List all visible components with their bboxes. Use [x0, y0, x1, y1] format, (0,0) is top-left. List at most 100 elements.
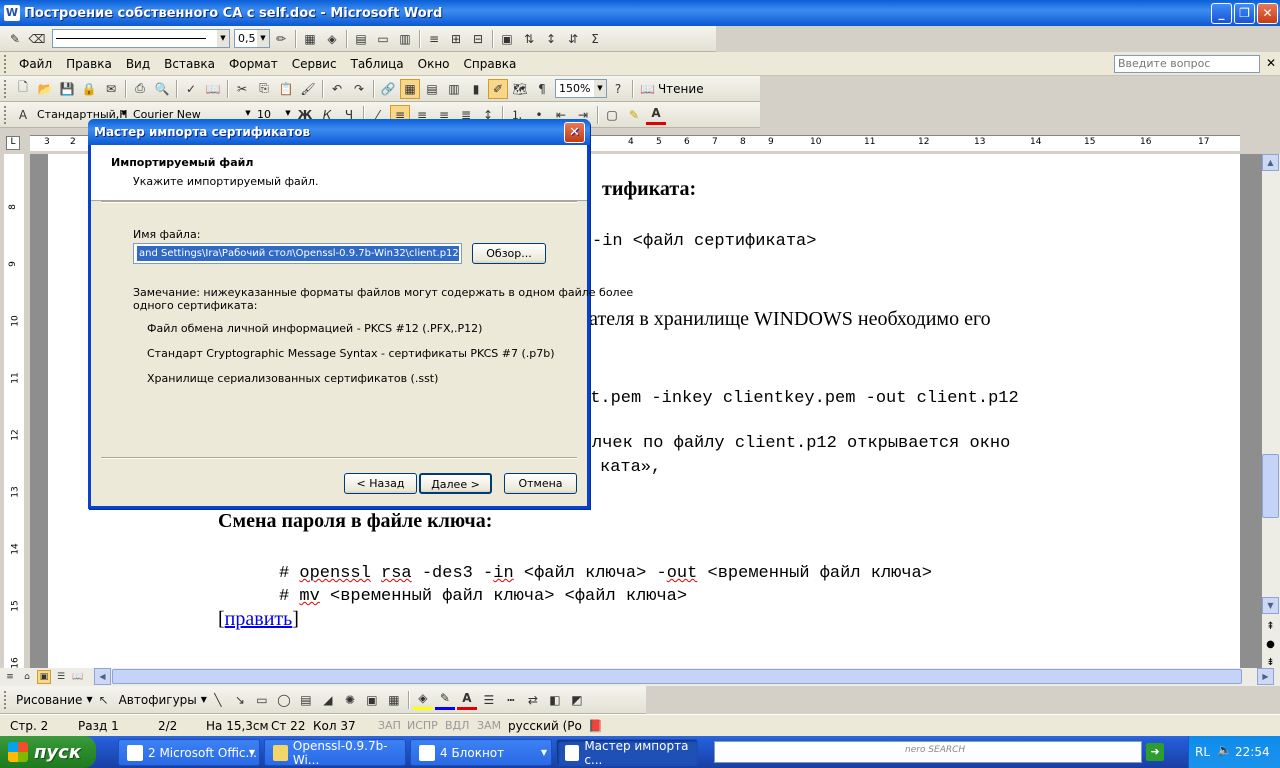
border-color-icon[interactable]: ✏: [271, 29, 291, 49]
styles-pane-icon[interactable]: A: [13, 105, 33, 125]
spelling-icon[interactable]: ✓: [181, 79, 201, 99]
tab-stop-icon[interactable]: L: [6, 136, 20, 150]
task-notepad[interactable]: 4 Блокнот ▼: [410, 739, 552, 766]
cut-icon[interactable]: ✂: [232, 79, 252, 99]
open-icon[interactable]: 📂: [35, 79, 55, 99]
highlight-icon[interactable]: ✎: [624, 105, 644, 125]
word-app-icon[interactable]: W: [4, 5, 20, 21]
sort-desc-icon[interactable]: ⇵: [563, 29, 583, 49]
line-weight-select[interactable]: 0,5 ▼: [234, 29, 270, 48]
copy-icon[interactable]: ⎘: [254, 79, 274, 99]
redo-icon[interactable]: ↷: [349, 79, 369, 99]
status-ext[interactable]: ВДЛ: [445, 719, 469, 732]
print-icon[interactable]: ⎙: [130, 79, 150, 99]
autoshapes-menu[interactable]: Автофигуры: [115, 693, 201, 707]
textbox-icon[interactable]: ▤: [296, 690, 316, 710]
doc-map-icon[interactable]: 🗺: [510, 79, 530, 99]
tables-borders-icon[interactable]: ▦: [400, 78, 420, 99]
select-arrow-icon[interactable]: ↖: [94, 690, 114, 710]
borders-icon[interactable]: ▦: [300, 29, 320, 49]
rectangle-icon[interactable]: ▭: [252, 690, 272, 710]
menu-edit[interactable]: Правка: [59, 57, 119, 71]
insert-excel-icon[interactable]: ▥: [444, 79, 464, 99]
draw-menu[interactable]: Рисование: [12, 693, 86, 707]
scroll-down-icon[interactable]: ▼: [1262, 597, 1279, 614]
align-icon[interactable]: ≡: [424, 29, 444, 49]
prev-page-icon[interactable]: ⇞: [1262, 621, 1279, 632]
dash-style-icon[interactable]: ┅: [501, 690, 521, 710]
menu-tools[interactable]: Сервис: [285, 57, 344, 71]
sort-asc-icon[interactable]: ↕: [541, 29, 561, 49]
close-button[interactable]: ✕: [1257, 3, 1278, 24]
outside-border-icon[interactable]: ▢: [602, 105, 622, 125]
spelling-status-icon[interactable]: 📕: [588, 719, 603, 733]
close-doc-icon[interactable]: ✕: [1266, 56, 1276, 70]
paste-icon[interactable]: 📋: [276, 79, 296, 99]
task-openssl-folder[interactable]: Openssl-0.9.7b-Wi...: [264, 739, 406, 767]
next-page-icon[interactable]: ⇟: [1262, 657, 1279, 668]
distribute-rows-icon[interactable]: ⊞: [446, 29, 466, 49]
permission-icon[interactable]: 🔒: [79, 79, 99, 99]
back-button[interactable]: < Назад: [344, 473, 417, 494]
insert-table-icon2[interactable]: ▤: [422, 79, 442, 99]
dialog-close-button[interactable]: ✕: [564, 122, 585, 143]
reading-view-icon[interactable]: 📖: [71, 670, 85, 684]
cancel-button[interactable]: Отмена: [504, 473, 577, 494]
nero-go-icon[interactable]: ➜: [1146, 743, 1164, 761]
shadow-icon[interactable]: ◧: [545, 690, 565, 710]
task-cert-wizard[interactable]: Мастер импорта с...: [556, 739, 698, 767]
scroll-thumb[interactable]: [1262, 454, 1279, 518]
status-rec[interactable]: ЗАП: [378, 719, 401, 732]
browse-object-icon[interactable]: ●: [1262, 639, 1279, 650]
research-icon[interactable]: 📖: [203, 79, 223, 99]
zoom-select[interactable]: 150% ▼: [555, 79, 607, 98]
scroll-left-icon[interactable]: ◀: [94, 668, 111, 685]
merge-cells-icon[interactable]: ▭: [373, 29, 393, 49]
menu-format[interactable]: Формат: [222, 57, 285, 71]
eraser-icon[interactable]: ⌫: [27, 29, 47, 49]
fill-color-icon2[interactable]: ◈: [412, 690, 433, 710]
3d-icon[interactable]: ◩: [567, 690, 587, 710]
email-icon[interactable]: ✉: [101, 79, 121, 99]
help-icon[interactable]: ?: [608, 79, 628, 99]
minimize-button[interactable]: _: [1211, 3, 1232, 24]
text-direction-icon[interactable]: ⇅: [519, 29, 539, 49]
lang-indicator[interactable]: RL: [1195, 745, 1210, 759]
save-icon[interactable]: 💾: [57, 79, 77, 99]
font-color-icon2[interactable]: A: [456, 690, 477, 710]
menu-view[interactable]: Вид: [119, 57, 157, 71]
autoformat-icon[interactable]: ▣: [497, 29, 517, 49]
web-view-icon[interactable]: ⌂: [20, 670, 34, 684]
arrow-icon[interactable]: ↘: [230, 690, 250, 710]
restore-button[interactable]: ❐: [1234, 3, 1255, 24]
diagram-icon[interactable]: ✺: [340, 690, 360, 710]
outline-view-icon[interactable]: ☰: [54, 670, 68, 684]
arrow-style-icon[interactable]: ⇄: [523, 690, 543, 710]
autosum-icon[interactable]: Σ: [585, 29, 605, 49]
window-titlebar[interactable]: W Построение собственного CA с self.doc …: [0, 0, 1280, 26]
menu-insert[interactable]: Вставка: [157, 57, 222, 71]
edit-link[interactable]: править: [225, 608, 293, 630]
hscroll-thumb[interactable]: [112, 669, 1242, 684]
new-doc-icon[interactable]: 🗋: [13, 79, 33, 99]
drawing-icon[interactable]: ✐: [488, 78, 508, 99]
scroll-up-icon[interactable]: ▲: [1262, 154, 1279, 171]
show-hide-icon[interactable]: ¶: [532, 79, 552, 99]
insert-table-icon[interactable]: ▤: [351, 29, 371, 49]
distribute-cols-icon[interactable]: ⊟: [468, 29, 488, 49]
scroll-right-icon[interactable]: ▶: [1257, 668, 1274, 685]
status-trk[interactable]: ИСПР: [407, 719, 438, 732]
clipart-icon[interactable]: ▣: [362, 690, 382, 710]
vertical-scrollbar[interactable]: ▲ ▼ ⇞ ● ⇟: [1262, 154, 1280, 668]
menu-file[interactable]: Файл: [12, 57, 59, 71]
menu-help[interactable]: Справка: [457, 57, 524, 71]
next-button[interactable]: Далее >: [419, 473, 492, 494]
task-word[interactable]: 2 Microsoft Offic... ▼: [118, 739, 260, 766]
columns-icon[interactable]: ▮: [466, 79, 486, 99]
print-layout-icon[interactable]: ▣: [37, 670, 51, 684]
start-button[interactable]: пуск: [0, 736, 96, 768]
picture-icon[interactable]: ▦: [384, 690, 404, 710]
fill-color-icon[interactable]: ◈: [322, 29, 342, 49]
normal-view-icon[interactable]: ≡: [3, 670, 17, 684]
line-color-icon[interactable]: ✎: [434, 690, 455, 710]
